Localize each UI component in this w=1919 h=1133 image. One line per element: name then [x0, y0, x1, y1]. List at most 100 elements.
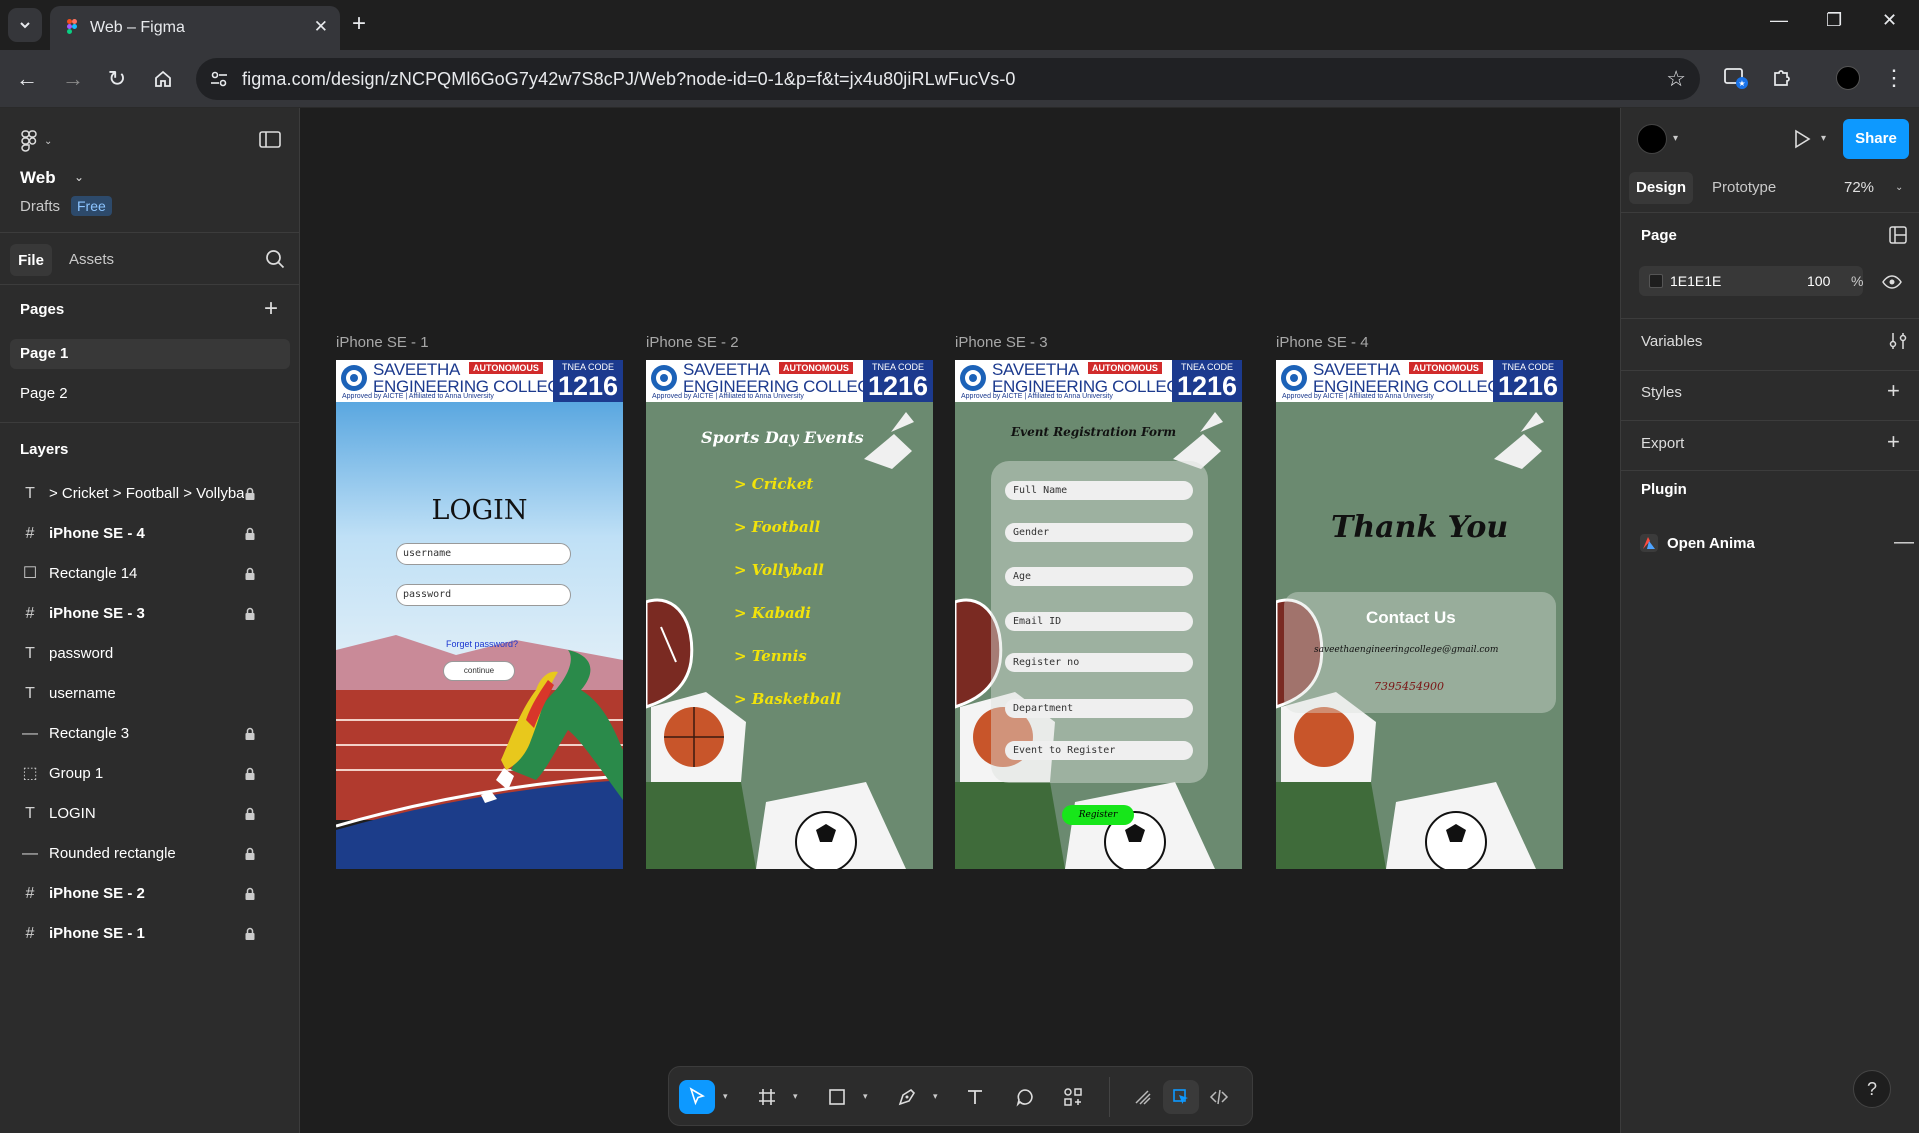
lock-icon[interactable]	[242, 606, 258, 622]
username-input[interactable]: username	[396, 543, 571, 565]
browser-tab[interactable]: Web – Figma ✕	[50, 6, 340, 50]
dev-mode-button[interactable]	[1201, 1080, 1237, 1114]
event-field[interactable]: Event to Register	[1005, 741, 1193, 760]
layer-row[interactable]: ⬚ Group 1	[0, 754, 300, 794]
frame-tool-button[interactable]	[749, 1080, 785, 1114]
chevron-down-icon[interactable]: ▾	[1673, 133, 1678, 144]
extension-icon[interactable]: ★	[1722, 64, 1750, 92]
profile-avatar[interactable]	[1834, 64, 1862, 92]
tab-search-button[interactable]	[8, 8, 42, 42]
color-hex-value[interactable]: 1E1E1E	[1670, 273, 1721, 289]
layer-row[interactable]: T > Cricket > Football > Vollybal	[0, 474, 300, 514]
forgot-password-link[interactable]: Forget password?	[446, 639, 518, 649]
gender-field[interactable]: Gender	[1005, 523, 1193, 542]
design-mode-button[interactable]	[1163, 1080, 1199, 1114]
chevron-down-icon[interactable]: ▾	[793, 1091, 798, 1102]
frame-iphone-se-1[interactable]: LOGIN username password Forget password?…	[336, 360, 623, 869]
restore-icon[interactable]: ❐	[1826, 10, 1842, 31]
opacity-value[interactable]: 100	[1807, 273, 1830, 289]
frame-iphone-se-4[interactable]: Thank You Contact Us saveethaengineering…	[1276, 360, 1563, 869]
text-tool-button[interactable]	[957, 1080, 993, 1114]
bookmark-star-icon[interactable]: ☆	[1666, 66, 1686, 92]
reload-icon[interactable]: ↻	[104, 66, 130, 92]
layer-row[interactable]: — Rectangle 3	[0, 714, 300, 754]
puzzle-icon[interactable]	[1768, 64, 1796, 92]
remove-plugin-icon[interactable]: —	[1894, 531, 1914, 554]
layer-row[interactable]: # iPhone SE - 4	[0, 514, 300, 554]
main-menu-button[interactable]: ⌄	[20, 130, 52, 152]
layer-row[interactable]: # iPhone SE - 2	[0, 874, 300, 914]
variables-icon[interactable]	[1887, 330, 1909, 352]
chevron-down-icon[interactable]: ▾	[723, 1091, 728, 1102]
help-button[interactable]: ?	[1853, 1070, 1891, 1108]
design-canvas[interactable]: iPhone SE - 1 iPhone SE - 2 iPhone SE - …	[300, 108, 1620, 1133]
lock-icon[interactable]	[242, 526, 258, 542]
chevron-down-icon[interactable]: ⌄	[74, 170, 84, 184]
page-item-page-2[interactable]: Page 2	[10, 379, 290, 409]
minimize-icon[interactable]: —	[1770, 10, 1788, 31]
new-tab-icon[interactable]: +	[352, 10, 366, 38]
chevron-down-icon[interactable]: ▾	[933, 1091, 938, 1102]
file-name[interactable]: Web	[20, 168, 56, 188]
tab-file[interactable]: File	[10, 244, 52, 276]
layer-row[interactable]: T username	[0, 674, 300, 714]
lock-icon[interactable]	[242, 926, 258, 942]
eye-icon[interactable]	[1881, 271, 1903, 293]
add-style-icon[interactable]: +	[1887, 378, 1909, 403]
lock-icon[interactable]	[242, 806, 258, 822]
plugin-item[interactable]: Open Anima —	[1639, 528, 1914, 558]
frame-iphone-se-3[interactable]: Event Registration Form Full Name Gender…	[955, 360, 1242, 869]
zoom-level[interactable]: 72%	[1844, 179, 1874, 196]
frame-iphone-se-2[interactable]: Sports Day Events > Cricket > Football >…	[646, 360, 933, 869]
page-color-input[interactable]: 1E1E1E 100 %	[1639, 266, 1863, 296]
back-icon[interactable]: ←	[14, 66, 40, 92]
full-name-field[interactable]: Full Name	[1005, 481, 1193, 500]
lock-icon[interactable]	[242, 846, 258, 862]
lock-icon[interactable]	[242, 886, 258, 902]
user-avatar[interactable]	[1637, 124, 1667, 154]
add-page-icon[interactable]: +	[264, 295, 278, 323]
layer-row[interactable]: — Rounded rectangle	[0, 834, 300, 874]
layer-row[interactable]: T password	[0, 634, 300, 674]
email-field[interactable]: Email ID	[1005, 612, 1193, 631]
draw-mode-button[interactable]	[1125, 1080, 1161, 1114]
lock-icon[interactable]	[242, 766, 258, 782]
frame-label[interactable]: iPhone SE - 3	[955, 334, 1048, 351]
frame-label[interactable]: iPhone SE - 4	[1276, 334, 1369, 351]
page-item-page-1[interactable]: Page 1	[10, 339, 290, 369]
age-field[interactable]: Age	[1005, 567, 1193, 586]
frame-label[interactable]: iPhone SE - 2	[646, 334, 739, 351]
local-styles-icon[interactable]	[1887, 224, 1909, 246]
variables-heading[interactable]: Variables	[1641, 333, 1702, 350]
export-heading[interactable]: Export	[1641, 435, 1684, 452]
lock-icon[interactable]	[242, 566, 258, 582]
tab-design[interactable]: Design	[1629, 172, 1693, 204]
search-icon[interactable]	[264, 248, 286, 270]
continue-button[interactable]: continue	[443, 661, 515, 681]
department-field[interactable]: Department	[1005, 699, 1193, 718]
layer-row[interactable]: T LOGIN	[0, 794, 300, 834]
layer-row[interactable]: ☐ Rectangle 14	[0, 554, 300, 594]
layer-row[interactable]: # iPhone SE - 1	[0, 914, 300, 954]
comment-tool-button[interactable]	[1007, 1080, 1043, 1114]
layer-row[interactable]: # iPhone SE - 3	[0, 594, 300, 634]
tab-prototype[interactable]: Prototype	[1712, 179, 1776, 196]
register-button[interactable]: Register	[1062, 805, 1134, 825]
pen-tool-button[interactable]	[889, 1080, 925, 1114]
lock-icon[interactable]	[242, 486, 258, 502]
add-export-icon[interactable]: +	[1887, 429, 1909, 454]
window-close-icon[interactable]: ✕	[1882, 10, 1897, 31]
share-button[interactable]: Share	[1843, 119, 1909, 159]
frame-label[interactable]: iPhone SE - 1	[336, 334, 429, 351]
forward-icon[interactable]: →	[60, 66, 86, 92]
file-location[interactable]: Drafts	[20, 198, 60, 215]
move-tool-button[interactable]	[679, 1080, 715, 1114]
chevron-down-icon[interactable]: ▾	[1821, 133, 1826, 144]
register-no-field[interactable]: Register no	[1005, 653, 1193, 672]
color-swatch[interactable]	[1649, 274, 1663, 288]
site-settings-icon[interactable]	[208, 68, 230, 90]
styles-heading[interactable]: Styles	[1641, 384, 1682, 401]
play-icon[interactable]	[1789, 127, 1813, 151]
home-icon[interactable]	[150, 66, 176, 92]
chevron-down-icon[interactable]: ▾	[863, 1091, 868, 1102]
